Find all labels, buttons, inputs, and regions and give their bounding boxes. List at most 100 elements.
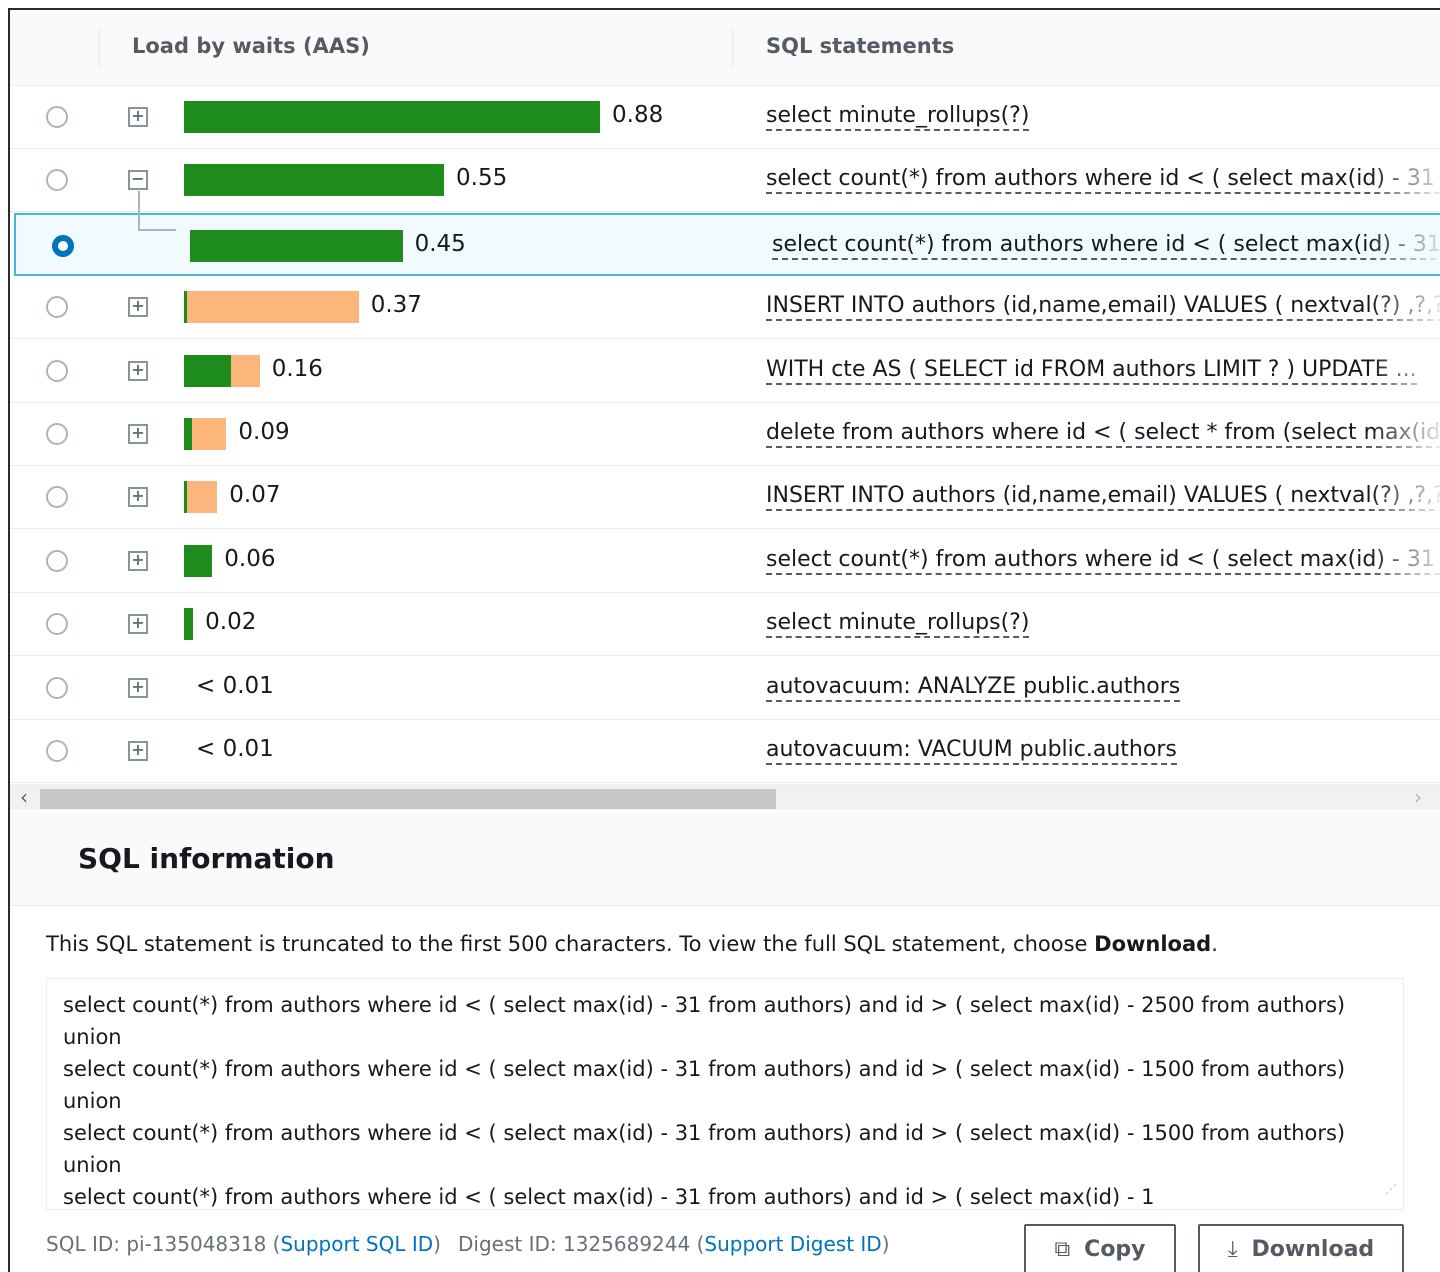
load-bar-io-segment bbox=[187, 291, 359, 324]
load-bar bbox=[184, 608, 194, 641]
row-fade bbox=[1370, 656, 1440, 719]
scroll-right-icon[interactable]: › bbox=[1414, 785, 1422, 809]
row-radio-button[interactable] bbox=[46, 486, 68, 509]
tree-connector bbox=[138, 228, 176, 231]
expand-icon[interactable]: + bbox=[128, 297, 148, 318]
sql-statement-link[interactable]: delete from authors where id < ( select … bbox=[766, 420, 1440, 448]
row-radio-button[interactable] bbox=[52, 234, 74, 257]
row-radio-button[interactable] bbox=[46, 106, 68, 128]
top-sql-panel: Load by waits (AAS) SQL statements +0.88… bbox=[8, 8, 1440, 1272]
resize-grip-icon[interactable]: ⋰ bbox=[1385, 1173, 1397, 1205]
table-row[interactable]: +0.88 select minute_rollups(?) bbox=[10, 86, 1440, 149]
load-value: 0.45 bbox=[414, 230, 466, 257]
load-bar bbox=[184, 481, 218, 514]
expand-icon[interactable]: + bbox=[128, 741, 148, 761]
sql-statement-link[interactable]: select count(*) from authors where id < … bbox=[766, 547, 1440, 575]
sql-statement-link[interactable]: autovacuum: VACUUM public.authors bbox=[766, 737, 1177, 765]
expand-icon[interactable]: + bbox=[128, 487, 148, 508]
load-bar-cpu-segment bbox=[190, 229, 403, 262]
row-radio-button[interactable] bbox=[46, 296, 68, 319]
table-row[interactable]: 0.45 select count(*) from authors where i… bbox=[14, 212, 1440, 276]
table-row[interactable]: +0.37 INSERT INTO authors (id,name,email)… bbox=[10, 276, 1440, 340]
copy-button[interactable]: ⧉ Copy bbox=[1024, 1224, 1176, 1272]
truncation-note-text: This SQL statement is truncated to the f… bbox=[46, 932, 1095, 956]
column-header-sql[interactable]: SQL statements bbox=[766, 34, 954, 58]
download-button[interactable]: ⤓ Download bbox=[1198, 1224, 1404, 1272]
row-radio-button[interactable] bbox=[46, 549, 68, 572]
row-radio-button[interactable] bbox=[46, 169, 68, 192]
sql-text-area[interactable]: select count(*) from authors where id < … bbox=[46, 978, 1404, 1210]
row-radio-button[interactable] bbox=[46, 740, 68, 762]
expand-icon[interactable]: + bbox=[128, 550, 148, 571]
load-bar-cpu-segment bbox=[184, 544, 213, 577]
sql-line: select count(*) from authors where id < … bbox=[63, 1185, 1155, 1209]
load-value: 0.37 bbox=[370, 292, 422, 319]
table-row[interactable]: +0.07 INSERT INTO authors (id,name,email)… bbox=[10, 466, 1440, 530]
row-radio-button[interactable] bbox=[46, 423, 68, 445]
expand-icon[interactable]: + bbox=[128, 424, 148, 444]
truncation-note: This SQL statement is truncated to the f… bbox=[46, 932, 1218, 956]
load-bar bbox=[190, 229, 403, 262]
collapse-icon[interactable]: − bbox=[128, 170, 148, 191]
load-bar bbox=[184, 291, 359, 324]
load-value: < 0.01 bbox=[196, 672, 274, 699]
row-fade bbox=[1370, 86, 1440, 148]
expand-icon[interactable]: + bbox=[128, 677, 148, 698]
load-value: 0.06 bbox=[224, 545, 276, 572]
horizontal-scrollbar[interactable]: ‹ › bbox=[10, 784, 1440, 810]
load-value: 0.09 bbox=[238, 419, 290, 445]
load-bar-io-segment bbox=[230, 354, 260, 387]
sql-statement-link[interactable]: select count(*) from authors where id < … bbox=[772, 232, 1440, 260]
expand-icon[interactable]: + bbox=[128, 614, 148, 635]
column-header-load[interactable]: Load by waits (AAS) bbox=[132, 34, 370, 58]
table-row[interactable]: +0.06 select count(*) from authors where … bbox=[10, 529, 1440, 593]
sql-line: select count(*) from authors where id < … bbox=[63, 1121, 1346, 1177]
sql-id: SQL ID: pi-135048318 (Support SQL ID) bbox=[46, 1232, 441, 1256]
sql-statement-link[interactable]: select count(*) from authors where id < … bbox=[766, 166, 1440, 195]
row-radio-button[interactable] bbox=[46, 613, 68, 636]
digest-id-label: Digest ID: 1325689244 ( bbox=[458, 1232, 705, 1256]
load-bar bbox=[184, 354, 260, 387]
table-row[interactable]: − 0.55 select count(*) from authors where … bbox=[10, 149, 1440, 213]
load-bar-io-segment bbox=[187, 481, 218, 514]
row-radio-button[interactable] bbox=[46, 676, 68, 699]
sql-statement-link[interactable]: select minute_rollups(?) bbox=[766, 610, 1030, 639]
load-bar bbox=[184, 418, 227, 450]
table-row[interactable]: +0.02 select minute_rollups(?) bbox=[10, 593, 1440, 657]
sql-id-close: ) bbox=[433, 1232, 441, 1256]
row-radio-button[interactable] bbox=[46, 359, 68, 382]
row-fade bbox=[1370, 720, 1440, 782]
row-fade bbox=[1370, 593, 1440, 656]
load-value: 0.02 bbox=[205, 609, 257, 636]
sql-information-title: SQL information bbox=[78, 842, 335, 875]
load-bar-cpu-segment bbox=[184, 164, 444, 197]
expand-icon[interactable]: + bbox=[128, 107, 148, 127]
table-row[interactable]: + < 0.01 autovacuum: VACUUM public.authors bbox=[10, 720, 1440, 783]
truncation-note-bold: Download bbox=[1094, 932, 1212, 956]
load-bar-cpu-segment bbox=[184, 101, 600, 133]
load-bar bbox=[184, 544, 213, 577]
table-row[interactable]: +0.09 delete from authors where id < ( se… bbox=[10, 403, 1440, 466]
sql-statement-link[interactable]: select minute_rollups(?) bbox=[766, 103, 1030, 131]
copy-button-label: Copy bbox=[1084, 1236, 1146, 1262]
table-row[interactable]: + < 0.01 autovacuum: ANALYZE public.author… bbox=[10, 656, 1440, 720]
sql-statement-link[interactable]: autovacuum: ANALYZE public.authors bbox=[766, 674, 1181, 702]
load-bar-cpu-segment bbox=[184, 418, 193, 450]
sql-statement-link[interactable]: INSERT INTO authors (id,name,email) VALU… bbox=[766, 293, 1440, 322]
load-bar-cpu-segment bbox=[184, 354, 231, 387]
sql-statement-link[interactable]: WITH cte AS ( SELECT id FROM authors LIM… bbox=[766, 357, 1417, 385]
column-separator bbox=[98, 30, 100, 66]
scroll-left-icon[interactable]: ‹ bbox=[20, 785, 28, 809]
sql-information-header: SQL information bbox=[10, 812, 1440, 906]
sql-line: select count(*) from authors where id < … bbox=[63, 993, 1346, 1049]
digest-id: Digest ID: 1325689244 (Support Digest ID… bbox=[458, 1232, 890, 1256]
sql-id-label: SQL ID: pi-135048318 ( bbox=[46, 1232, 281, 1256]
expand-icon[interactable]: + bbox=[128, 360, 148, 381]
support-sql-id-link[interactable]: Support SQL ID bbox=[280, 1232, 433, 1256]
truncation-note-end: . bbox=[1211, 932, 1218, 956]
download-icon: ⤓ bbox=[1227, 1236, 1238, 1262]
scrollbar-thumb[interactable] bbox=[40, 789, 776, 809]
table-row[interactable]: +0.16 WITH cte AS ( SELECT id FROM author… bbox=[10, 339, 1440, 403]
support-digest-id-link[interactable]: Support Digest ID bbox=[704, 1232, 881, 1256]
sql-statement-link[interactable]: INSERT INTO authors (id,name,email) VALU… bbox=[766, 483, 1440, 512]
